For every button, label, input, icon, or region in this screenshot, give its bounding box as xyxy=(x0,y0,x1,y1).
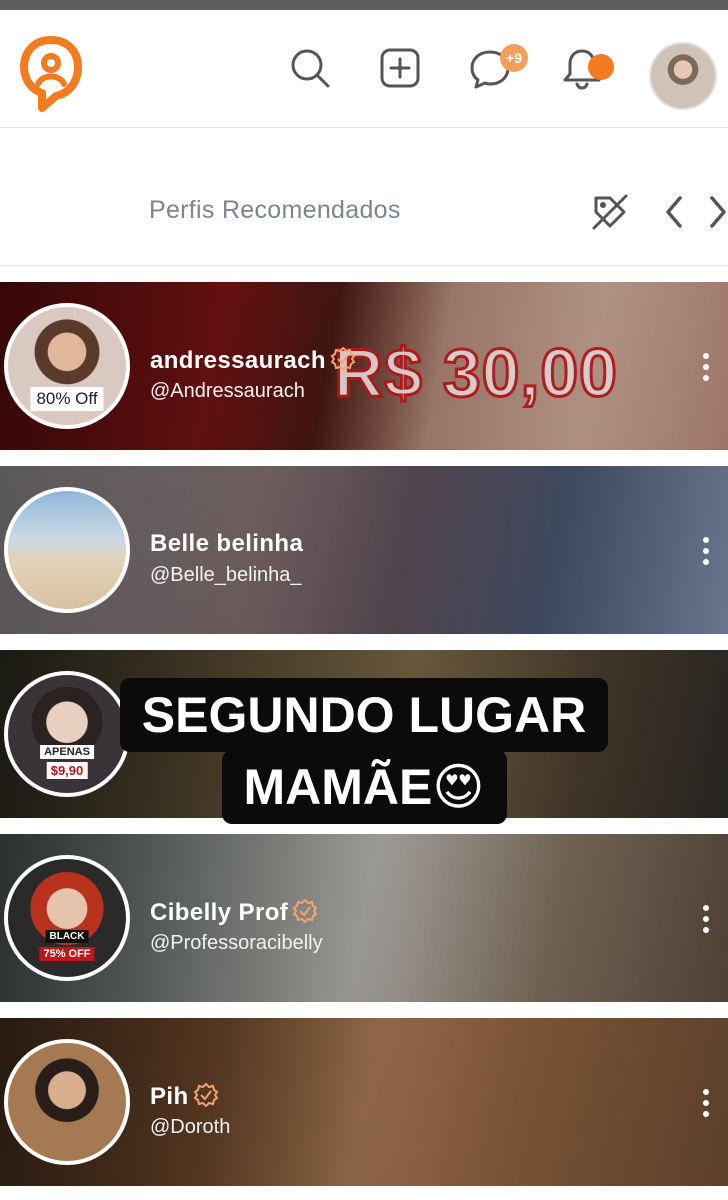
app-header: +9 xyxy=(0,10,728,128)
profile-handle: @Doroth xyxy=(150,1116,231,1138)
avatar-badge-top: BLACK xyxy=(45,930,89,943)
notification-dot xyxy=(588,54,614,80)
profile-name[interactable]: Pih xyxy=(150,1082,219,1111)
profile-avatar[interactable] xyxy=(4,1039,130,1165)
overlay-caption-line-1: SEGUNDO LUGAR xyxy=(0,678,728,752)
profile-card[interactable]: BLACK 75% OFF Cibelly Prof @Professoraci… xyxy=(0,834,728,1002)
user-avatar[interactable] xyxy=(649,42,717,110)
verified-icon xyxy=(292,898,318,924)
logo-icon[interactable] xyxy=(20,36,82,112)
profile-handle: @Professoracibelly xyxy=(150,932,323,954)
message-count-badge: +9 xyxy=(500,44,528,72)
profile-handle: @Belle_belinha_ xyxy=(150,564,302,586)
avatar-discount-badge: 80% Off xyxy=(30,387,104,411)
recommended-bar: Perfis Recomendados xyxy=(0,128,728,266)
banner-price-text: R$ 30,00 xyxy=(333,334,619,413)
chevron-left-icon[interactable] xyxy=(660,192,688,232)
verified-icon xyxy=(330,346,356,372)
more-options-icon[interactable] xyxy=(700,352,712,382)
profile-card[interactable]: R$ 30,00 80% Off andressaurach @Andressa… xyxy=(0,282,728,450)
verified-icon xyxy=(193,1082,218,1108)
profile-name[interactable]: Cibelly Prof xyxy=(150,898,318,927)
top-status-strip xyxy=(0,0,728,10)
profile-avatar[interactable]: BLACK 75% OFF xyxy=(4,855,130,981)
profile-card[interactable]: Belle belinha @Belle_belinha_ xyxy=(0,466,728,634)
more-options-icon[interactable] xyxy=(700,1088,712,1118)
recommended-title: Perfis Recomendados xyxy=(149,196,401,224)
profile-card[interactable]: Pih @Doroth xyxy=(0,1018,728,1186)
profile-name[interactable]: Belle belinha xyxy=(150,530,303,558)
more-options-icon[interactable] xyxy=(700,536,712,566)
add-post-icon[interactable] xyxy=(378,46,422,90)
overlay-caption-line-2: MAMÃE😍 xyxy=(0,750,728,824)
profile-handle: @Andressaurach xyxy=(150,380,305,402)
profile-avatar[interactable]: 80% Off xyxy=(4,303,130,429)
chevron-right-icon[interactable] xyxy=(704,192,728,232)
tag-off-icon[interactable] xyxy=(590,192,630,232)
profile-avatar[interactable] xyxy=(4,487,130,613)
more-options-icon[interactable] xyxy=(700,904,712,934)
search-icon[interactable] xyxy=(288,46,332,90)
avatar-badge-bottom: 75% OFF xyxy=(39,947,95,961)
profile-name[interactable]: andressaurach xyxy=(150,346,356,375)
